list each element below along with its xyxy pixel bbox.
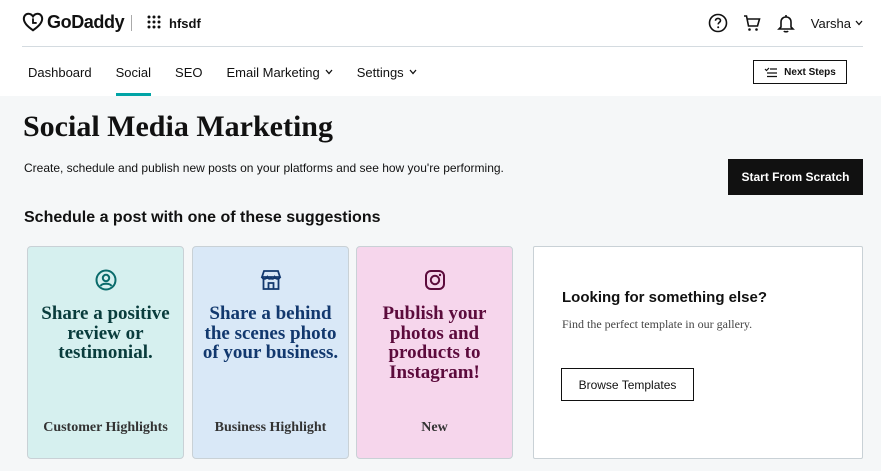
nav-email-marketing[interactable]: Email Marketing bbox=[227, 55, 333, 96]
header-divider bbox=[131, 15, 132, 31]
card-tag: Business Highlight bbox=[214, 420, 327, 435]
nav-dashboard[interactable]: Dashboard bbox=[28, 55, 92, 96]
review-person-icon bbox=[95, 269, 116, 291]
page-title: Social Media Marketing bbox=[23, 110, 333, 143]
suggestion-card-review[interactable]: Share a positive review or testimonial. … bbox=[27, 246, 184, 459]
header-row: GoDaddy hfsdf Varsha bbox=[22, 0, 863, 47]
nav-settings-label: Settings bbox=[356, 65, 404, 80]
start-from-scratch-button[interactable]: Start From Scratch bbox=[728, 159, 863, 195]
chevron-down-icon bbox=[325, 69, 333, 75]
brand-name: GoDaddy bbox=[47, 11, 125, 32]
site-name[interactable]: hfsdf bbox=[169, 16, 201, 31]
chevron-down-icon bbox=[855, 20, 863, 26]
header-actions: Varsha bbox=[707, 12, 863, 34]
section-title: Schedule a post with one of these sugges… bbox=[24, 209, 381, 226]
chevron-down-icon bbox=[409, 69, 417, 75]
card-tag: New bbox=[421, 420, 448, 435]
nav-settings[interactable]: Settings bbox=[357, 55, 417, 96]
next-steps-button[interactable]: Next Steps bbox=[753, 60, 847, 84]
nav-seo[interactable]: SEO bbox=[175, 55, 202, 96]
gallery-title: Looking for something else? bbox=[562, 289, 768, 306]
nav-social-label: Social bbox=[115, 65, 152, 80]
page-description: Create, schedule and publish new posts o… bbox=[24, 161, 504, 175]
template-gallery-card: Looking for something else? Find the per… bbox=[533, 246, 863, 459]
card-text: Publish your photos and products to Inst… bbox=[382, 303, 487, 383]
storefront-icon bbox=[260, 270, 281, 290]
gallery-description: Find the perfect template in our gallery… bbox=[562, 317, 753, 331]
nav-dashboard-label: Dashboard bbox=[28, 65, 92, 80]
apps-grid-icon[interactable] bbox=[147, 15, 161, 29]
card-text: Share a positive review or testimonial. bbox=[41, 303, 170, 363]
nav-social[interactable]: Social bbox=[115, 55, 152, 96]
next-steps-label: Next Steps bbox=[784, 66, 836, 78]
user-menu[interactable]: Varsha bbox=[811, 16, 863, 31]
checklist-icon bbox=[764, 67, 778, 77]
godaddy-logo[interactable]: GoDaddy bbox=[22, 11, 125, 33]
card-tag: Customer Highlights bbox=[43, 420, 168, 435]
user-name: Varsha bbox=[810, 15, 851, 31]
suggestion-card-instagram[interactable]: Publish your photos and products to Inst… bbox=[356, 246, 513, 459]
suggestion-card-behind-scenes[interactable]: Share a behind the scenes photo of your … bbox=[192, 246, 349, 459]
bell-icon[interactable] bbox=[775, 12, 797, 34]
top-bar: GoDaddy hfsdf Varsha Dashboard Social SE… bbox=[0, 0, 881, 96]
nav-email-marketing-label: Email Marketing bbox=[226, 65, 320, 80]
cart-icon[interactable] bbox=[741, 12, 763, 34]
card-text: Share a behind the scenes photo of your … bbox=[202, 303, 339, 363]
godaddy-logo-icon bbox=[22, 12, 44, 32]
main-nav: Dashboard Social SEO Email Marketing Set… bbox=[28, 55, 441, 96]
help-icon[interactable] bbox=[707, 12, 729, 34]
browse-templates-button[interactable]: Browse Templates bbox=[561, 368, 694, 401]
instagram-icon bbox=[424, 270, 445, 290]
nav-seo-label: SEO bbox=[175, 65, 203, 80]
